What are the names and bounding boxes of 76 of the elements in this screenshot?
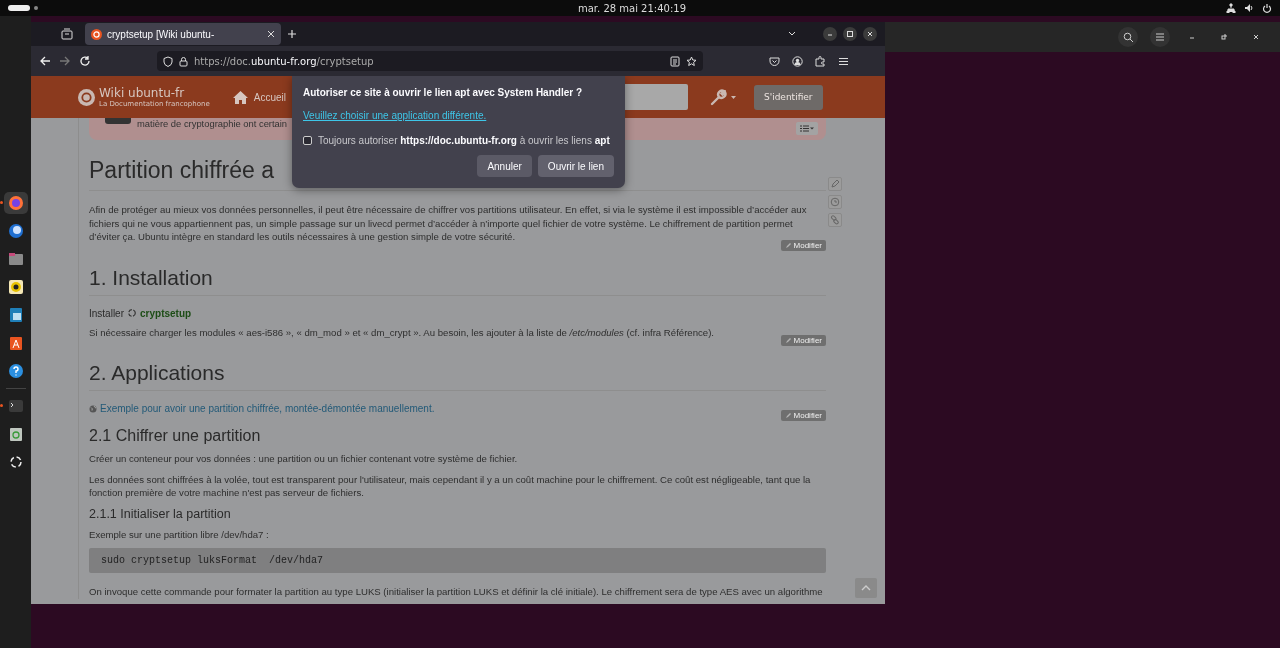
notice-text: matière de cryptographie ont certain bbox=[137, 118, 288, 129]
help-icon bbox=[7, 362, 24, 379]
dock-app[interactable] bbox=[3, 191, 28, 214]
workspace-indicator[interactable] bbox=[8, 5, 30, 11]
puzzle-piece-icon[interactable] bbox=[815, 55, 826, 67]
reader-view-icon[interactable] bbox=[670, 55, 680, 67]
tab-list-icon[interactable] bbox=[61, 28, 73, 40]
reload-icon[interactable] bbox=[79, 55, 91, 67]
paragraph: Créer un conteneur pour vos données : une partition ou un fichier contenant votre système de fichier. bbox=[89, 452, 519, 466]
code-block: sudo cryptsetup luksFormat /dev/hda7 bbox=[89, 548, 826, 573]
search-icon[interactable] bbox=[1123, 32, 1133, 42]
login-button[interactable]: S'identifier bbox=[753, 84, 823, 110]
paragraph: Exemple sur une partition libre /dev/hda7 : bbox=[89, 527, 270, 541]
terminal-icon bbox=[7, 397, 24, 414]
pencil-icon bbox=[784, 241, 792, 249]
list-icon bbox=[800, 125, 814, 132]
choose-application-link[interactable]: Veuillez choisir une application différente. bbox=[303, 109, 487, 122]
pencil-icon bbox=[830, 179, 840, 189]
plus-icon[interactable] bbox=[287, 29, 297, 39]
address-bar[interactable]: https://doc.ubuntu-fr.org/cryptsetup bbox=[157, 51, 703, 71]
pencil-icon bbox=[784, 337, 792, 344]
edit-button[interactable]: Modifier bbox=[780, 239, 826, 251]
forward-arrow-icon bbox=[59, 55, 71, 67]
minimize-icon[interactable] bbox=[823, 27, 837, 41]
section-heading: 2. Applications bbox=[89, 361, 826, 391]
shield-icon[interactable] bbox=[163, 55, 173, 67]
install-label: Installer bbox=[89, 307, 124, 319]
ubuntu-logo-icon[interactable] bbox=[78, 88, 95, 106]
cancel-button[interactable]: Annuler bbox=[477, 155, 532, 177]
subsection-heading: 2.1 Chiffrer une partition bbox=[89, 427, 262, 445]
folder-icon bbox=[7, 250, 24, 267]
network-icon[interactable] bbox=[1226, 3, 1236, 13]
menu-icon[interactable] bbox=[838, 55, 849, 67]
subsubsection-heading: 2.1.1 Initialiser la partition bbox=[89, 506, 232, 521]
bird-icon bbox=[7, 222, 24, 239]
external-link[interactable]: Exemple pour avoir une partition chiffrée, montée-démontée manuellement. bbox=[100, 403, 435, 414]
restore-icon[interactable] bbox=[1219, 32, 1229, 42]
pencil-icon bbox=[784, 412, 792, 419]
wrench-icon[interactable] bbox=[709, 88, 728, 106]
dialog-title: Autoriser ce site à ouvrir le lien apt avec System Handler ? bbox=[303, 86, 583, 99]
table-of-contents-button[interactable] bbox=[796, 122, 818, 135]
close-icon[interactable] bbox=[267, 30, 275, 38]
remember-checkbox[interactable] bbox=[303, 136, 312, 145]
url-text: https://doc.ubuntu-fr.org/cryptsetup bbox=[194, 55, 375, 67]
back-arrow-icon[interactable] bbox=[39, 55, 51, 67]
account-icon[interactable] bbox=[792, 55, 803, 67]
link-icon bbox=[830, 215, 840, 225]
pocket-icon[interactable] bbox=[769, 55, 780, 67]
clock-icon bbox=[830, 197, 840, 207]
workspace-dot[interactable] bbox=[34, 6, 38, 10]
ubuntu-logo-icon bbox=[91, 28, 102, 40]
trash-icon bbox=[7, 425, 24, 442]
caret-icon[interactable] bbox=[730, 95, 736, 99]
chevron-up-icon bbox=[861, 585, 871, 591]
edit-button[interactable]: Modifier bbox=[780, 335, 826, 346]
clock[interactable]: mar. 28 mai 21:40:19 bbox=[577, 2, 687, 14]
home-link[interactable]: Accueil bbox=[231, 89, 286, 105]
section-heading: 1. Installation bbox=[89, 265, 826, 296]
browser-tab[interactable]: cryptsetup [Wiki ubuntu- bbox=[85, 23, 281, 45]
site-title[interactable]: Wiki ubuntu-fr bbox=[99, 86, 210, 100]
notice-icon bbox=[105, 118, 131, 124]
star-icon[interactable] bbox=[686, 55, 697, 67]
close-icon[interactable] bbox=[1251, 32, 1261, 42]
house-icon bbox=[231, 89, 249, 105]
package-link[interactable]: cryptsetup bbox=[140, 307, 192, 319]
open-link-button[interactable]: Ouvrir le lien bbox=[537, 155, 614, 177]
power-icon[interactable] bbox=[1262, 3, 1272, 13]
firefox-icon bbox=[7, 194, 24, 211]
padlock-icon[interactable] bbox=[179, 55, 188, 67]
document-icon bbox=[7, 306, 24, 323]
close-icon[interactable] bbox=[863, 27, 877, 41]
paragraph: On invoque cette commande pour formater la partition au type LUKS (initialiser la partition LUKS et définir la clé initiale). Le chiffrement sera de type AES avec un algorithme bbox=[89, 585, 824, 599]
edit-button[interactable]: Modifier bbox=[780, 410, 826, 421]
checkbox-label: Toujours autoriser https://doc.ubuntu-fr.org à ouvrir les liens apt bbox=[318, 134, 610, 147]
paragraph: Si nécessaire charger les modules « aes-i586 », « dm_mod » et « dm_crypt ». Au besoin, les ajouter à la liste de /etc/modules (cf. infra Référence). bbox=[89, 325, 715, 339]
maximize-icon[interactable] bbox=[843, 27, 857, 41]
